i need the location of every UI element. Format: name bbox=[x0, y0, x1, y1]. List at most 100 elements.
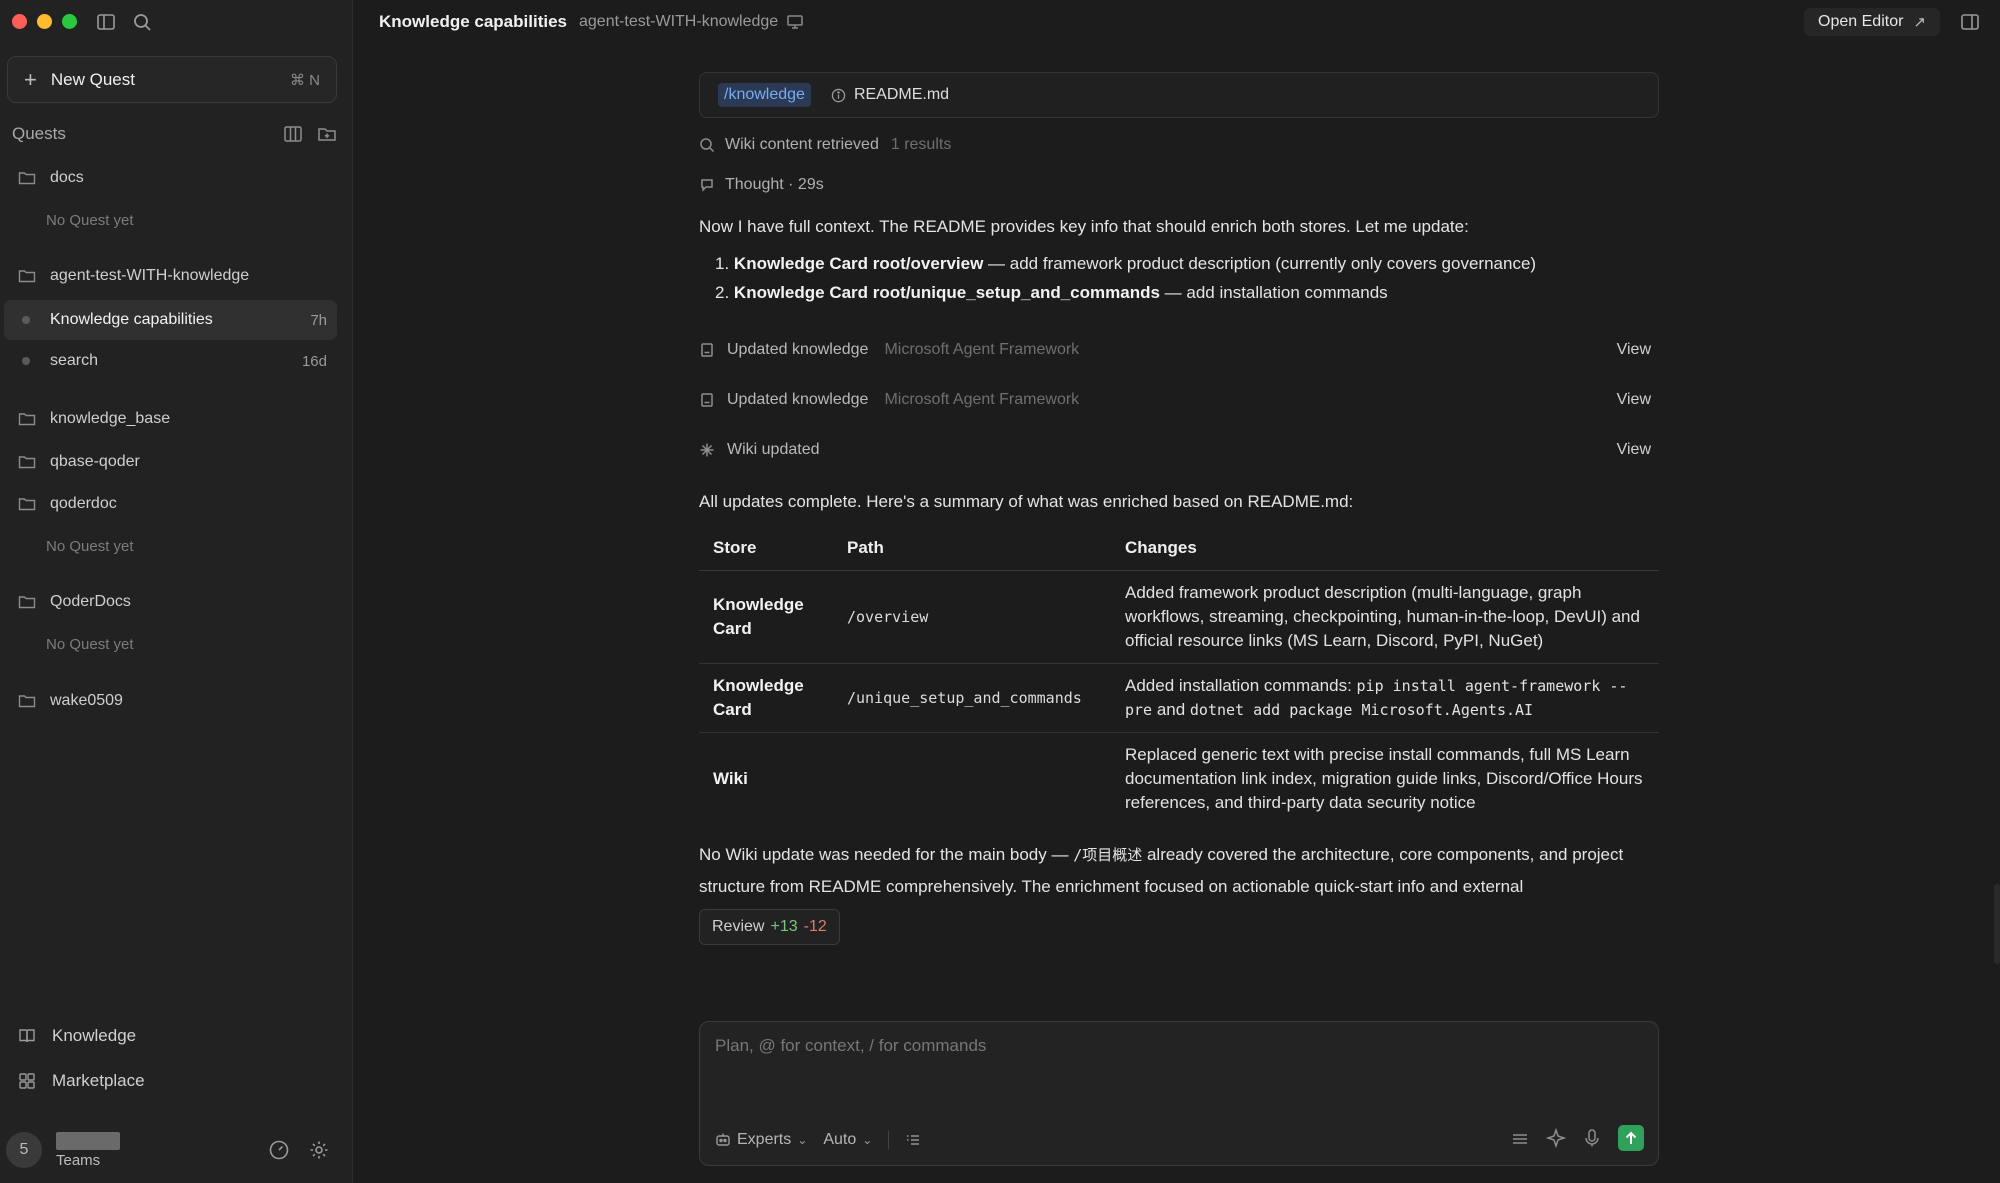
sidebar-folder-qoderdoc[interactable]: qoderdoc bbox=[4, 484, 337, 524]
close-window-button[interactable] bbox=[12, 14, 27, 29]
nav-marketplace[interactable]: Marketplace bbox=[4, 1061, 337, 1101]
columns-icon[interactable] bbox=[283, 124, 303, 144]
user-block: Teams bbox=[56, 1131, 120, 1169]
wiki-results-count: 1 results bbox=[890, 136, 952, 153]
send-button[interactable] bbox=[1618, 1125, 1644, 1151]
folder-name: agent-test-WITH-knowledge bbox=[50, 267, 250, 284]
sidebar-toggle-icon[interactable] bbox=[96, 12, 116, 32]
empty-quest-label: No Quest yet bbox=[46, 635, 134, 653]
empty-quest-note: No Quest yet bbox=[4, 200, 337, 240]
sidebar-folder-knowledge-base[interactable]: knowledge_base bbox=[4, 399, 337, 439]
folder-name: docs bbox=[50, 169, 84, 186]
folder-icon bbox=[18, 172, 36, 185]
summary-intro: All updates complete. Here's a summary o… bbox=[699, 492, 1354, 511]
nav-knowledge-label: Knowledge bbox=[52, 1026, 137, 1045]
document-icon bbox=[701, 343, 713, 357]
page-title: Knowledge capabilities bbox=[379, 12, 567, 31]
view-link[interactable]: View bbox=[1617, 391, 1651, 409]
scrollbar[interactable] bbox=[1994, 884, 2000, 964]
table-header-row: Store Path Changes bbox=[699, 526, 1659, 571]
column-header: Path bbox=[833, 526, 1111, 571]
new-quest-button[interactable]: + New Quest ⌘ N bbox=[7, 56, 337, 103]
sidebar-folder-docs[interactable]: docs bbox=[4, 158, 337, 198]
monitor-icon[interactable] bbox=[786, 13, 804, 31]
view-link[interactable]: View bbox=[1617, 341, 1651, 359]
quest-age: 7h bbox=[310, 311, 327, 329]
search-icon[interactable] bbox=[132, 12, 152, 32]
quest-status-dot bbox=[22, 357, 30, 365]
review-button[interactable]: Review +13 -12 bbox=[699, 909, 840, 945]
column-header: Store bbox=[699, 526, 833, 571]
message-composer[interactable]: Plan, @ for context, / for commands Expe… bbox=[699, 1021, 1659, 1166]
column-header: Changes bbox=[1111, 526, 1659, 571]
list-icon[interactable] bbox=[1510, 1128, 1530, 1148]
wiki-retrieved-status[interactable]: Wiki content retrieved 1 results bbox=[699, 130, 1659, 160]
top-bar: Knowledge capabilities agent-test-WITH-k… bbox=[354, 0, 2000, 44]
open-editor-button[interactable]: Open Editor ↗ bbox=[1804, 8, 1940, 36]
composer-tools: Experts ⌄ Auto ⌄ bbox=[715, 1131, 927, 1149]
experts-selector[interactable]: Experts bbox=[737, 1131, 791, 1149]
cell-store: Knowledge Card bbox=[699, 663, 833, 733]
view-link[interactable]: View bbox=[1617, 441, 1651, 459]
team-label: Teams bbox=[56, 1151, 101, 1169]
empty-quest-note: No Quest yet bbox=[4, 526, 337, 566]
checklist-icon[interactable] bbox=[905, 1132, 921, 1148]
closing-text: No Wiki update was needed for the main b… bbox=[699, 839, 1659, 897]
empty-quest-label: No Quest yet bbox=[46, 211, 134, 229]
gear-icon[interactable] bbox=[308, 1139, 330, 1161]
cell-path: /overview bbox=[833, 570, 1111, 664]
update-label: Wiki updated bbox=[727, 441, 820, 458]
update-target: Microsoft Agent Framework bbox=[884, 391, 1080, 408]
review-additions: +13 bbox=[770, 918, 798, 935]
sidebar-folder-agent-test[interactable]: agent-test-WITH-knowledge bbox=[4, 256, 337, 296]
nav-knowledge[interactable]: Knowledge bbox=[4, 1016, 337, 1056]
cell-changes: Added framework product description (mul… bbox=[1111, 570, 1659, 664]
list-item-rest: — add framework product description (cur… bbox=[983, 254, 1537, 273]
command-code: dotnet add package Microsoft.Agents.AI bbox=[1189, 701, 1534, 719]
cell-path bbox=[833, 733, 1111, 826]
sidebar-folder-wake0509[interactable]: wake0509 bbox=[4, 681, 337, 721]
sparkle-icon[interactable] bbox=[1546, 1128, 1566, 1148]
sidebar-folder-qoderdocs[interactable]: QoderDocs bbox=[4, 582, 337, 622]
user-actions bbox=[268, 1139, 330, 1161]
list-item: 1. Knowledge Card root/overview — add fr… bbox=[715, 249, 1659, 278]
knowledge-path-chip[interactable]: /knowledge bbox=[718, 83, 811, 107]
sparkle-icon bbox=[700, 443, 714, 457]
list-number: 1. bbox=[715, 254, 730, 273]
mode-selector[interactable]: Auto bbox=[823, 1131, 856, 1149]
changes-text: Added installation commands: bbox=[1125, 676, 1357, 695]
user-row: 5 Teams bbox=[6, 1128, 336, 1172]
sidebar-quest-search[interactable]: search 16d bbox=[4, 341, 337, 381]
summary-table: Store Path Changes Knowledge Card /overv… bbox=[699, 526, 1659, 825]
update-event: Updated knowledge Microsoft Agent Framew… bbox=[699, 325, 1659, 375]
sidebar-quest-knowledge-capabilities[interactable]: Knowledge capabilities 7h bbox=[4, 300, 337, 340]
project-name: agent-test-WITH-knowledge bbox=[579, 13, 779, 30]
quest-name: Knowledge capabilities bbox=[50, 311, 213, 328]
gauge-icon[interactable] bbox=[268, 1139, 290, 1161]
quests-header: Quests bbox=[12, 124, 337, 144]
folder-icon bbox=[18, 270, 36, 283]
closing-text-a: No Wiki update was needed for the main b… bbox=[699, 845, 1074, 864]
update-plan-list: 1. Knowledge Card root/overview — add fr… bbox=[699, 249, 1659, 307]
maximize-window-button[interactable] bbox=[62, 14, 77, 29]
thought-icon bbox=[701, 179, 713, 192]
wiki-retrieved-label: Wiki content retrieved bbox=[725, 136, 879, 153]
folder-icon bbox=[18, 596, 36, 609]
cell-changes: Replaced generic text with precise insta… bbox=[1125, 745, 1643, 812]
experts-icon bbox=[716, 1133, 730, 1146]
avatar[interactable]: 5 bbox=[6, 1132, 42, 1168]
minimize-window-button[interactable] bbox=[37, 14, 52, 29]
readme-chip[interactable]: README.md bbox=[831, 86, 949, 104]
microphone-icon[interactable] bbox=[1582, 1128, 1602, 1148]
review-label: Review bbox=[712, 918, 765, 935]
sidebar-folder-qbase-qoder[interactable]: qbase-qoder bbox=[4, 442, 337, 482]
context-tags: /knowledge README.md bbox=[699, 72, 1659, 118]
table-row: Knowledge Card /overview Added framework… bbox=[699, 570, 1659, 664]
search-refresh-icon bbox=[700, 138, 715, 153]
readme-label: README.md bbox=[853, 86, 950, 103]
new-folder-icon[interactable] bbox=[317, 124, 337, 144]
right-panel-toggle-icon[interactable] bbox=[1960, 12, 1980, 32]
cell-changes: Added installation commands: pip install… bbox=[1111, 663, 1659, 733]
thought-status[interactable]: Thought · 29s bbox=[699, 170, 1659, 200]
cell-store: Knowledge Card bbox=[699, 570, 833, 664]
